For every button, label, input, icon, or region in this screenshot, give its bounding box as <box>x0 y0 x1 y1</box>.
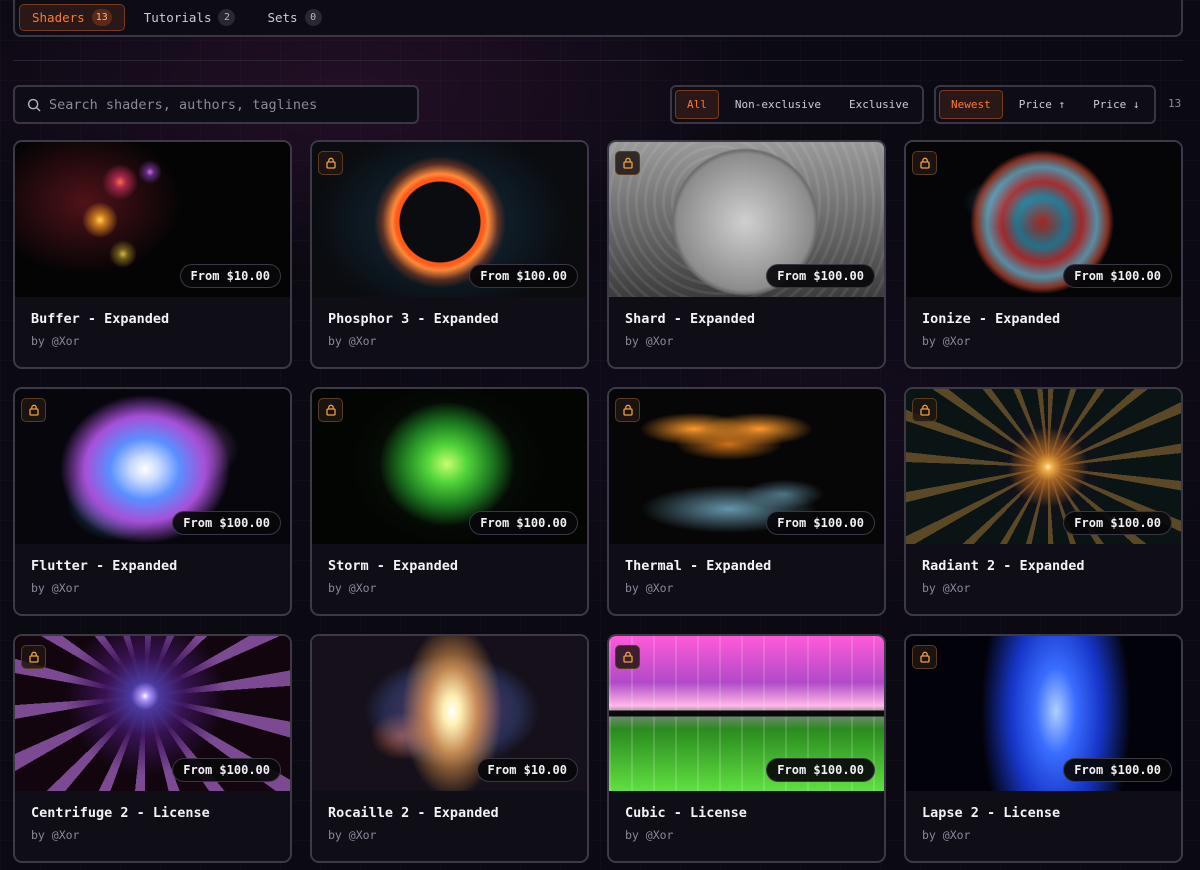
shader-card-buffer[interactable]: From $10.00 Buffer - Expanded by @Xor <box>13 140 292 369</box>
price-badge: From $100.00 <box>766 511 875 535</box>
card-info: Centrifuge 2 - License by @Xor <box>15 791 290 861</box>
shader-card-shard[interactable]: From $100.00 Shard - Expanded by @Xor <box>607 140 886 369</box>
card-author: by @Xor <box>922 334 971 348</box>
price-badge: From $100.00 <box>469 264 578 288</box>
lock-icon <box>615 151 640 175</box>
card-title[interactable]: Cubic - License <box>625 805 868 821</box>
tab-shaders[interactable]: Shaders 13 <box>19 4 125 31</box>
card-author: by @Xor <box>922 828 971 842</box>
card-author: by @Xor <box>31 828 80 842</box>
price-badge: From $100.00 <box>469 511 578 535</box>
lock-icon <box>912 151 937 175</box>
search-icon <box>27 98 41 111</box>
card-title[interactable]: Phosphor 3 - Expanded <box>328 311 571 327</box>
card-title[interactable]: Radiant 2 - Expanded <box>922 558 1165 574</box>
price-badge: From $100.00 <box>1063 264 1172 288</box>
lock-icon <box>912 398 937 422</box>
shader-card-lapse-2[interactable]: From $100.00 Lapse 2 - License by @Xor <box>904 634 1183 863</box>
card-author: by @Xor <box>328 828 377 842</box>
card-info: Radiant 2 - Expanded by @Xor <box>906 544 1181 614</box>
shader-card-ionize[interactable]: From $100.00 Ionize - Expanded by @Xor <box>904 140 1183 369</box>
card-info: Ionize - Expanded by @Xor <box>906 297 1181 367</box>
card-author: by @Xor <box>922 581 971 595</box>
lock-icon <box>912 645 937 669</box>
tab-label: Shaders <box>32 10 85 25</box>
card-title[interactable]: Shard - Expanded <box>625 311 868 327</box>
filter-non-exclusive[interactable]: Non-exclusive <box>723 90 833 119</box>
lock-icon <box>318 151 343 175</box>
shader-card-phosphor-3[interactable]: From $100.00 Phosphor 3 - Expanded by @X… <box>310 140 589 369</box>
card-title[interactable]: Flutter - Expanded <box>31 558 274 574</box>
price-badge: From $100.00 <box>172 758 281 782</box>
price-badge: From $10.00 <box>179 264 281 288</box>
card-info: Storm - Expanded by @Xor <box>312 544 587 614</box>
lock-icon <box>21 398 46 422</box>
shader-card-cubic[interactable]: From $100.00 Cubic - License by @Xor <box>607 634 886 863</box>
top-tab-bar: Shaders 13 Tutorials 2 Sets 0 <box>13 0 1183 37</box>
card-title[interactable]: Storm - Expanded <box>328 558 571 574</box>
lock-icon <box>615 398 640 422</box>
lock-icon <box>21 645 46 669</box>
shader-card-rocaille-2[interactable]: From $10.00 Rocaille 2 - Expanded by @Xo… <box>310 634 589 863</box>
sort-control: Newest Price ↑ Price ↓ <box>934 85 1156 124</box>
price-badge: From $100.00 <box>172 511 281 535</box>
section-divider <box>13 60 1183 61</box>
card-title[interactable]: Centrifuge 2 - License <box>31 805 274 821</box>
tab-label: Sets <box>267 10 298 25</box>
card-title[interactable]: Thermal - Expanded <box>625 558 868 574</box>
card-author: by @Xor <box>328 334 377 348</box>
shader-card-radiant-2[interactable]: From $100.00 Radiant 2 - Expanded by @Xo… <box>904 387 1183 616</box>
shader-grid: From $10.00 Buffer - Expanded by @Xor Fr… <box>13 140 1183 863</box>
card-author: by @Xor <box>328 581 377 595</box>
card-info: Flutter - Expanded by @Xor <box>15 544 290 614</box>
card-title[interactable]: Rocaille 2 - Expanded <box>328 805 571 821</box>
lock-icon <box>615 645 640 669</box>
sort-newest[interactable]: Newest <box>939 90 1003 119</box>
tab-tutorials[interactable]: Tutorials 2 <box>131 4 249 31</box>
card-info: Shard - Expanded by @Xor <box>609 297 884 367</box>
tab-label: Tutorials <box>143 10 212 25</box>
filter-exclusive[interactable]: Exclusive <box>837 90 921 119</box>
card-title[interactable]: Lapse 2 - License <box>922 805 1165 821</box>
card-info: Buffer - Expanded by @Xor <box>15 297 290 367</box>
price-badge: From $100.00 <box>1063 758 1172 782</box>
card-info: Thermal - Expanded by @Xor <box>609 544 884 614</box>
shader-card-centrifuge-2[interactable]: From $100.00 Centrifuge 2 - License by @… <box>13 634 292 863</box>
result-count: 13 <box>1168 97 1182 110</box>
card-title[interactable]: Ionize - Expanded <box>922 311 1165 327</box>
price-badge: From $10.00 <box>476 758 578 782</box>
card-info: Cubic - License by @Xor <box>609 791 884 861</box>
card-author: by @Xor <box>31 334 80 348</box>
card-info: Rocaille 2 - Expanded by @Xor <box>312 791 587 861</box>
filter-all[interactable]: All <box>675 90 719 119</box>
price-badge: From $100.00 <box>1063 511 1172 535</box>
tab-count-badge: 0 <box>304 9 322 26</box>
tab-sets[interactable]: Sets 0 <box>254 4 334 31</box>
card-author: by @Xor <box>625 828 674 842</box>
shader-card-flutter[interactable]: From $100.00 Flutter - Expanded by @Xor <box>13 387 292 616</box>
price-badge: From $100.00 <box>766 758 875 782</box>
shader-card-thermal[interactable]: From $100.00 Thermal - Expanded by @Xor <box>607 387 886 616</box>
lock-icon <box>318 398 343 422</box>
card-author: by @Xor <box>625 334 674 348</box>
card-author: by @Xor <box>625 581 674 595</box>
tab-count-badge: 2 <box>218 9 236 26</box>
sort-price-asc[interactable]: Price ↑ <box>1007 90 1077 119</box>
card-author: by @Xor <box>31 581 80 595</box>
sort-price-desc[interactable]: Price ↓ <box>1081 90 1151 119</box>
card-info: Lapse 2 - License by @Xor <box>906 791 1181 861</box>
search-box[interactable] <box>13 85 419 124</box>
card-title[interactable]: Buffer - Expanded <box>31 311 274 327</box>
price-badge: From $100.00 <box>766 264 875 288</box>
card-info: Phosphor 3 - Expanded by @Xor <box>312 297 587 367</box>
tab-count-badge: 13 <box>91 9 112 26</box>
shader-card-storm[interactable]: From $100.00 Storm - Expanded by @Xor <box>310 387 589 616</box>
search-input[interactable] <box>49 96 389 113</box>
license-filter: All Non-exclusive Exclusive <box>670 85 924 124</box>
